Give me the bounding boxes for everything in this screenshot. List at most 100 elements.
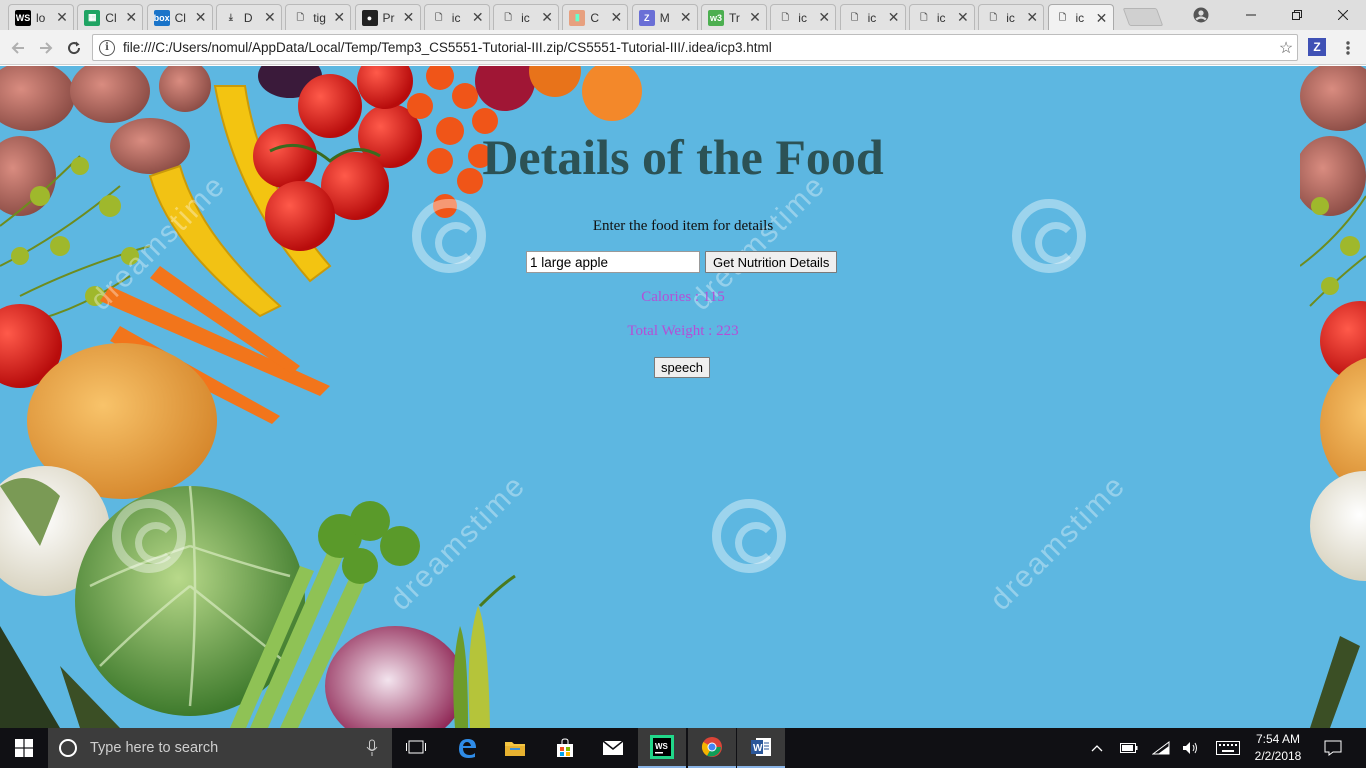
close-tab-icon[interactable]: ✕ — [748, 9, 762, 26]
notifications-icon[interactable] — [1318, 728, 1348, 768]
tab-title: Tr — [729, 10, 740, 25]
tab-title: M — [659, 10, 670, 25]
keyboard-icon[interactable] — [1214, 728, 1242, 768]
browser-tab[interactable]: box Cl ✕ — [146, 4, 213, 30]
tab-strip: WS lo ✕ ▦ Cl ✕ box Cl ✕ ⤓ D ✕ 🗋 tig ✕ ● Pr ✕ 🗋 ic ✕ 🗋 ic ✕ ▮ C ✕ Z M… — [0, 0, 1366, 31]
tab-title: ic — [798, 10, 807, 25]
store-icon[interactable] — [541, 728, 589, 768]
tab-title: ic — [521, 10, 530, 25]
tab-title: ic — [451, 10, 461, 25]
browser-tab[interactable]: ▦ Cl ✕ — [77, 4, 144, 30]
browser-tab[interactable]: w3 Tr ✕ — [701, 4, 767, 30]
page-icon: 🗋 — [296, 11, 304, 22]
calories-text: Calories : 115 — [641, 289, 725, 305]
page-icon: 🗋 — [435, 11, 443, 22]
browser-tab[interactable]: 🗋 ic ✕ — [493, 4, 560, 30]
microphone-icon[interactable] — [366, 739, 378, 757]
search-placeholder: Type here to search — [90, 740, 219, 756]
webstorm-icon[interactable]: WS — [638, 728, 686, 768]
tab-title: lo — [36, 10, 46, 25]
browser-tab[interactable]: 🗋 ic ✕ — [770, 4, 837, 30]
profile-icon[interactable] — [1190, 4, 1212, 26]
tab-title: tig — [313, 10, 326, 25]
chrome-icon[interactable] — [688, 728, 736, 768]
close-tab-icon[interactable]: ✕ — [817, 9, 831, 26]
start-button[interactable] — [0, 728, 48, 768]
tab-title: ic — [1006, 10, 1015, 25]
info-icon[interactable]: i — [99, 39, 115, 56]
close-tab-icon[interactable]: ✕ — [609, 9, 623, 26]
browser-tab[interactable]: 🗋 ic ✕ — [978, 4, 1045, 30]
minimize-button[interactable] — [1228, 0, 1274, 30]
close-tab-icon[interactable]: ✕ — [956, 9, 970, 26]
total-weight-text: Total Weight : 223 — [627, 323, 739, 339]
close-tab-icon[interactable]: ✕ — [194, 9, 208, 26]
windows-taskbar: Type here to search WS W 7:54 AM 2/2/201… — [0, 728, 1366, 768]
svg-text:W: W — [753, 743, 763, 754]
watermark-logo — [412, 199, 486, 273]
browser-tab[interactable]: 🗋 tig ✕ — [285, 4, 352, 30]
w3-icon: w3 — [708, 9, 724, 26]
watermark-logo — [1012, 199, 1086, 273]
edge-icon[interactable] — [443, 728, 491, 768]
volume-icon[interactable] — [1180, 728, 1202, 768]
word-icon[interactable]: W — [737, 728, 785, 768]
page-icon: 🗋 — [504, 11, 512, 22]
browser-tab[interactable]: ▮ C ✕ — [562, 4, 629, 30]
tab-title: ic — [936, 10, 946, 25]
clock-date: 2/2/2018 — [1254, 749, 1302, 763]
url-text[interactable]: file:///C:/Users/nomul/AppData/Local/Tem… — [123, 40, 1275, 55]
close-tab-icon[interactable]: ✕ — [55, 9, 69, 26]
address-bar[interactable]: i file:///C:/Users/nomul/AppData/Local/T… — [92, 34, 1298, 61]
sheets-icon: ▦ — [84, 9, 101, 26]
taskbar-search[interactable]: Type here to search — [48, 728, 392, 768]
close-tab-icon[interactable]: ✕ — [332, 9, 346, 26]
mail-icon[interactable] — [589, 728, 637, 768]
browser-toolbar: i file:///C:/Users/nomul/AppData/Local/T… — [0, 30, 1366, 65]
close-tab-icon[interactable]: ✕ — [124, 9, 138, 26]
taskbar-clock[interactable]: 7:54 AM 2/2/2018 — [1246, 731, 1310, 765]
tab-title: ic — [867, 10, 877, 25]
task-view-icon[interactable] — [392, 728, 440, 768]
browser-tab[interactable]: ⤓ D ✕ — [215, 4, 282, 30]
bookmark-star-icon[interactable]: ☆ — [1275, 38, 1297, 58]
browser-tab[interactable]: 🗋 ic ✕ — [908, 4, 975, 30]
close-tab-icon[interactable]: ✕ — [1025, 9, 1039, 26]
zotero-extension-icon[interactable]: Z — [1308, 38, 1326, 56]
browser-tab[interactable]: 🗋 ic ✕ — [423, 4, 490, 30]
file-explorer-icon[interactable] — [491, 728, 539, 768]
browser-tab[interactable]: 🗋 ic ✕ — [839, 4, 906, 30]
new-tab-button[interactable] — [1122, 8, 1164, 26]
back-button[interactable] — [6, 36, 30, 60]
wifi-icon[interactable] — [1150, 728, 1172, 768]
get-nutrition-button[interactable]: Get Nutrition Details — [705, 251, 838, 273]
forward-button[interactable] — [34, 36, 58, 60]
download-icon: ⤓ — [228, 12, 233, 22]
browser-tab[interactable]: 🗋 ic ✕ — [1047, 4, 1114, 31]
browser-tab[interactable]: WS lo ✕ — [8, 4, 74, 30]
close-tab-icon[interactable]: ✕ — [1095, 10, 1109, 27]
chrome-menu-icon[interactable] — [1338, 36, 1358, 60]
watermark-logo — [712, 499, 786, 573]
reload-button[interactable] — [62, 36, 86, 60]
close-window-button[interactable] — [1320, 0, 1366, 30]
restore-button[interactable] — [1274, 0, 1320, 30]
speech-button[interactable]: speech — [654, 357, 710, 378]
browser-tab[interactable]: Z M ✕ — [631, 4, 698, 30]
browser-tab[interactable]: ● Pr ✕ — [354, 4, 421, 30]
close-tab-icon[interactable]: ✕ — [887, 9, 901, 26]
food-input[interactable] — [526, 251, 700, 273]
close-tab-icon[interactable]: ✕ — [402, 9, 416, 26]
windows-logo-icon — [15, 739, 33, 757]
close-tab-icon[interactable]: ✕ — [679, 9, 693, 26]
svg-text:WS: WS — [655, 742, 669, 751]
show-hidden-icons-chevron-icon[interactable] — [1086, 728, 1108, 768]
zotero-icon: Z — [638, 9, 655, 26]
close-tab-icon[interactable]: ✕ — [471, 9, 485, 26]
box-icon: box — [153, 9, 170, 26]
battery-icon[interactable] — [1118, 728, 1140, 768]
close-tab-icon[interactable]: ✕ — [540, 9, 554, 26]
tab-title: Pr — [382, 10, 395, 25]
close-tab-icon[interactable]: ✕ — [263, 9, 277, 26]
tab-title: Cl — [174, 10, 186, 25]
